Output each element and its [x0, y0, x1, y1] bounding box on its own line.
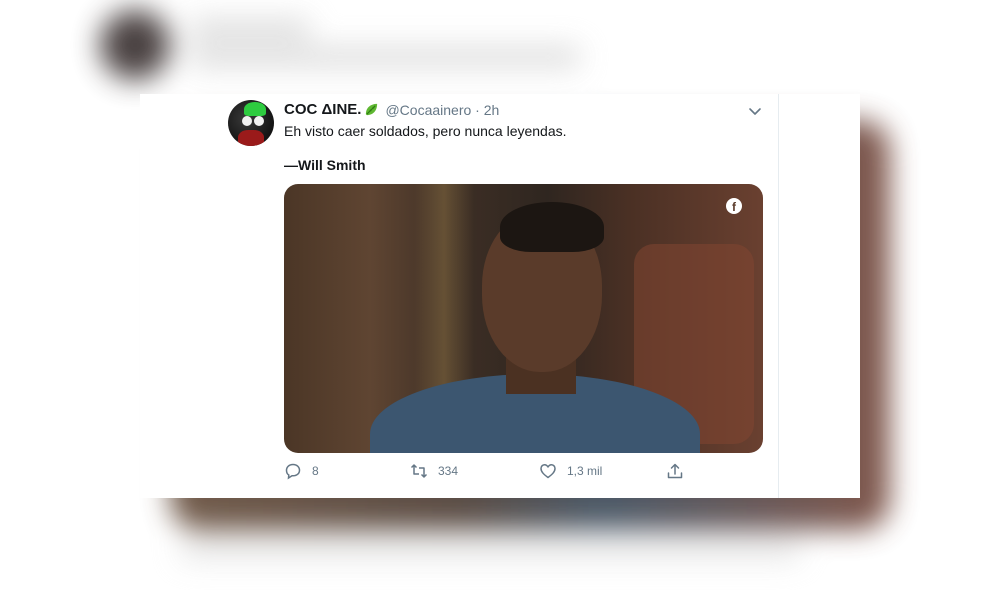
handle-time[interactable]: @Cocaainero · 2h	[385, 102, 499, 118]
tweet-card[interactable]: COC ΔINE. @Cocaainero · 2h Eh visto caer…	[140, 94, 860, 498]
blurred-actions	[180, 540, 800, 560]
display-name[interactable]: COC ΔINE.	[284, 101, 361, 118]
retweet-action[interactable]: 334	[410, 462, 458, 480]
facebook-icon: f	[726, 198, 742, 214]
heart-icon[interactable]	[539, 462, 557, 480]
avatar-shirt	[238, 130, 264, 146]
avatar-eye	[242, 116, 252, 126]
blurred-line	[190, 18, 310, 40]
reply-count: 8	[312, 464, 319, 478]
blurred-line	[190, 46, 580, 68]
share-action[interactable]	[666, 462, 684, 480]
chevron-down-icon[interactable]	[748, 104, 762, 118]
retweet-icon[interactable]	[410, 462, 428, 480]
tweet-actions: 8 334 1,3 mil	[284, 462, 764, 484]
reply-action[interactable]: 8	[284, 462, 319, 480]
share-icon[interactable]	[666, 462, 684, 480]
reply-icon[interactable]	[284, 462, 302, 480]
like-action[interactable]: 1,3 mil	[539, 462, 602, 480]
retweet-count: 334	[438, 464, 459, 478]
quote-author: —Will Smith	[284, 157, 366, 173]
tweet-media[interactable]: f	[284, 184, 763, 453]
like-count: 1,3 mil	[567, 464, 603, 478]
blurred-avatar	[100, 10, 170, 80]
avatar[interactable]	[228, 100, 274, 146]
avatar-hair	[244, 102, 266, 116]
tweet-text: Eh visto caer soldados, pero nunca leyen…	[284, 123, 567, 139]
media-hair	[500, 202, 604, 252]
tweet-header: COC ΔINE. @Cocaainero · 2h	[284, 101, 499, 118]
divider	[778, 94, 779, 498]
avatar-eye	[254, 116, 264, 126]
leaf-icon	[366, 103, 378, 116]
